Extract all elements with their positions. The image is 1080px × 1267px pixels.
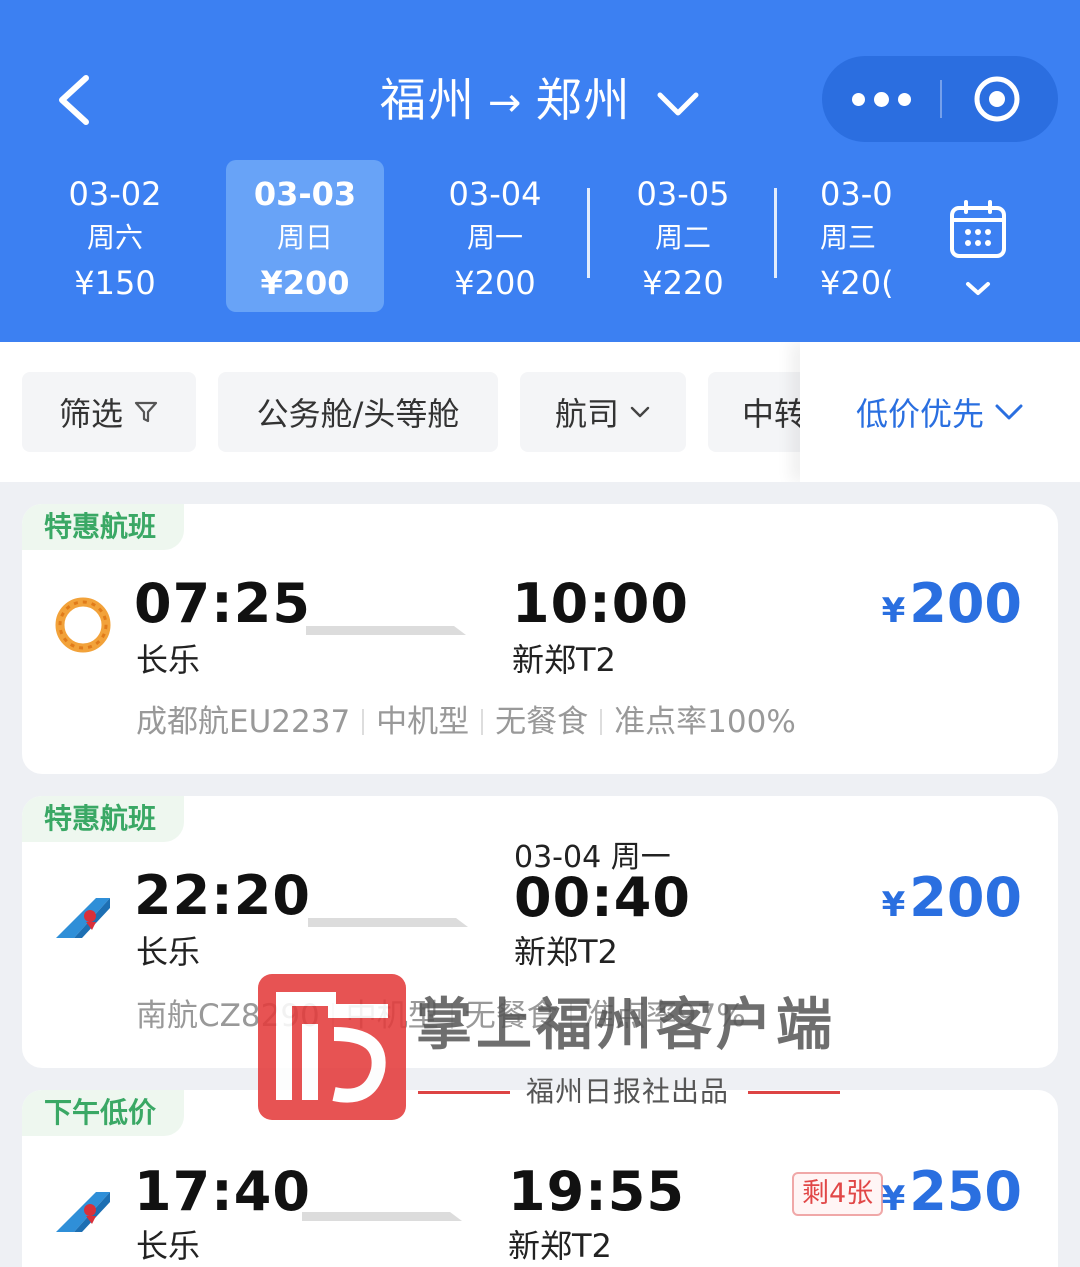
chevron-down-icon <box>630 406 650 418</box>
flight-direction-arrow-icon <box>308 918 468 927</box>
arrival-airport: 新郑T2 <box>512 641 616 679</box>
date-tab[interactable]: 03-05 周二 ¥220 <box>604 160 762 312</box>
currency-symbol: ¥ <box>881 591 906 631</box>
date-divider <box>587 188 590 278</box>
seats-left-badge: 剩4张 <box>792 1172 884 1216</box>
currency-symbol: ¥ <box>881 1179 906 1219</box>
date-label: 03-02 <box>68 175 162 213</box>
destination-city: 郑州 <box>535 73 632 127</box>
date-tab[interactable]: 03-0 周三 ¥20( <box>792 160 900 312</box>
cabin-class-label: 公务舱/头等舱 <box>256 395 460 433</box>
chengdu-airlines-logo-icon <box>55 597 111 653</box>
date-selector: 03-02 周六 ¥150 03-03 周日 ¥200 03-04 周一 ¥20… <box>0 160 900 312</box>
date-tab[interactable]: 03-02 周六 ¥150 <box>36 160 194 312</box>
arrival-time: 10:00 <box>512 572 689 635</box>
date-price: ¥220 <box>642 264 724 302</box>
fuzhou-news-logo-icon <box>258 974 406 1120</box>
flight-price: ¥200 <box>882 868 1022 935</box>
date-label: 03-03 <box>253 175 357 213</box>
departure-time: 17:40 <box>134 1160 311 1223</box>
china-southern-logo-icon <box>56 898 110 938</box>
filter-button[interactable]: 筛选 <box>22 372 196 452</box>
sort-label: 低价优先 <box>855 395 984 433</box>
date-price: ¥200 <box>454 264 536 302</box>
meal-info: 无餐食 <box>495 704 589 740</box>
flight-price: ¥250 <box>882 1162 1022 1229</box>
china-southern-logo-icon <box>56 1192 110 1232</box>
chevron-down-icon[interactable] <box>656 89 700 119</box>
header-bar: 福州 → 郑州 03-02 周六 ¥150 03-03 周日 ¥200 03-04 … <box>0 0 1080 342</box>
airline-filter[interactable]: 航司 <box>520 372 686 452</box>
flight-info: 成都航EU2237 中机型 无餐食 准点率100% <box>136 702 796 742</box>
filter-label: 筛选 <box>58 395 123 433</box>
date-divider <box>774 188 777 278</box>
price-value: 200 <box>909 572 1022 635</box>
departure-time: 22:20 <box>134 864 311 927</box>
date-label: 03-05 <box>636 175 730 213</box>
weekday-label: 周日 <box>276 221 333 254</box>
date-price: ¥150 <box>74 264 156 302</box>
price-value: 250 <box>909 1160 1022 1223</box>
transfer-label: 中转 <box>742 395 807 433</box>
promo-tag: 下午低价 <box>22 1090 185 1136</box>
sort-dropdown[interactable]: 低价优先 <box>800 342 1080 482</box>
departure-time: 07:25 <box>134 572 311 635</box>
date-tab-selected[interactable]: 03-03 周日 ¥200 <box>226 160 384 312</box>
cabin-class-filter[interactable]: 公务舱/头等舱 <box>218 372 498 452</box>
date-price: ¥20( <box>820 264 894 302</box>
filter-bar: 筛选 公务舱/头等舱 航司 中转 低价优先 <box>0 342 1080 482</box>
flight-number: 成都航EU2237 <box>136 704 351 740</box>
date-price: ¥200 <box>260 264 350 302</box>
watermark-line-left <box>418 1091 510 1094</box>
price-value: 200 <box>909 866 1022 929</box>
arrival-airport: 新郑T2 <box>514 933 618 971</box>
route-arrow-icon: → <box>487 80 524 126</box>
arrival-time: 00:40 <box>514 866 691 929</box>
watermark: 掌上福州客户端 福州日报社出品 <box>258 974 878 1124</box>
departure-airport: 长乐 <box>136 641 201 679</box>
more-options-icon[interactable] <box>822 56 940 142</box>
watermark-subtitle: 福州日报社出品 <box>526 1075 730 1108</box>
promo-tag: 特惠航班 <box>22 796 185 842</box>
weekday-label: 周二 <box>654 221 711 254</box>
flight-direction-arrow-icon <box>306 626 466 635</box>
calendar-icon[interactable] <box>940 196 1016 306</box>
date-label: 03-04 <box>448 175 542 213</box>
airline-label: 航司 <box>554 395 619 433</box>
close-target-icon[interactable] <box>972 74 1022 124</box>
date-label: 03-0 <box>820 175 893 213</box>
watermark-title: 掌上福州客户端 <box>416 993 836 1058</box>
flight-card[interactable]: 特惠航班 07:25 长乐 10:00 新郑T2 ¥200 成都航EU2237 中… <box>22 504 1058 774</box>
capsule-divider <box>940 80 942 118</box>
watermark-line-right <box>748 1091 840 1094</box>
departure-airport: 长乐 <box>136 1227 201 1265</box>
weekday-label: 周一 <box>466 221 523 254</box>
promo-tag: 特惠航班 <box>22 504 185 550</box>
chevron-down-icon <box>995 404 1023 420</box>
origin-city: 福州 <box>379 73 476 127</box>
aircraft-size: 中机型 <box>376 704 470 740</box>
weekday-label: 周六 <box>86 221 143 254</box>
departure-airport: 长乐 <box>136 933 201 971</box>
arrival-airport: 新郑T2 <box>508 1227 612 1265</box>
date-tab[interactable]: 03-04 周一 ¥200 <box>416 160 574 312</box>
funnel-icon <box>134 401 158 423</box>
ontime-rate: 准点率100% <box>614 704 796 740</box>
currency-symbol: ¥ <box>881 885 906 925</box>
flight-price: ¥200 <box>882 574 1022 641</box>
arrival-time: 19:55 <box>508 1160 685 1223</box>
weekday-label: 周三 <box>820 221 877 254</box>
flight-direction-arrow-icon <box>302 1212 462 1221</box>
miniprogram-capsule <box>822 56 1058 142</box>
